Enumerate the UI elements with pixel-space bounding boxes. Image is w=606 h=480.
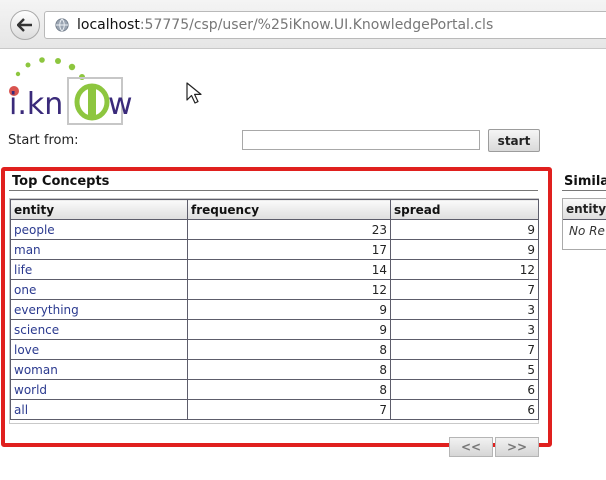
spread-cell: 3 (390, 299, 539, 320)
spread-cell: 6 (390, 399, 539, 420)
url-text: localhost:57775/csp/user/%25iKnow.UI.Kno… (77, 17, 493, 33)
table-row[interactable]: woman 8 5 (10, 359, 539, 380)
entity-cell[interactable]: everything (10, 299, 188, 320)
similar-table: entity No Re (562, 198, 606, 250)
top-concepts-table: entity frequency spread people 23 9 man … (10, 199, 539, 420)
similar-empty-message: No Re (569, 224, 605, 238)
column-header-entity[interactable]: entity (10, 199, 188, 220)
start-from-label: Start from: (8, 133, 79, 148)
address-bar[interactable]: localhost:57775/csp/user/%25iKnow.UI.Kno… (44, 11, 606, 39)
frequency-cell: 8 (187, 379, 391, 400)
top-concepts-table-container: entity frequency spread people 23 9 man … (9, 198, 539, 424)
table-row[interactable]: science 9 3 (10, 319, 539, 340)
logo-text: i.kn (9, 87, 63, 122)
entity-cell[interactable]: science (10, 319, 188, 340)
frequency-cell: 23 (187, 219, 391, 240)
table-row[interactable]: people 23 9 (10, 219, 539, 240)
title-divider (9, 190, 538, 191)
entity-cell[interactable]: one (10, 279, 188, 300)
frequency-cell: 14 (187, 259, 391, 280)
globe-icon (55, 18, 69, 32)
similar-title: Simila (564, 174, 606, 189)
table-row[interactable]: life 14 12 (10, 259, 539, 280)
frequency-cell: 9 (187, 299, 391, 320)
spread-cell: 9 (390, 219, 539, 240)
table-row[interactable]: man 17 9 (10, 239, 539, 260)
mouse-pointer-icon (186, 82, 202, 104)
top-concepts-title: Top Concepts (12, 174, 110, 189)
frequency-cell: 12 (187, 279, 391, 300)
similar-title-divider (562, 190, 606, 191)
browser-toolbar: localhost:57775/csp/user/%25iKnow.UI.Kno… (0, 0, 606, 49)
pager-previous-button[interactable]: << (449, 437, 493, 457)
start-button[interactable]: start (488, 129, 540, 152)
table-row[interactable]: everything 9 3 (10, 299, 539, 320)
table-row[interactable]: one 12 7 (10, 279, 539, 300)
table-row[interactable]: all 7 6 (10, 399, 539, 420)
spread-cell: 5 (390, 359, 539, 380)
table-row[interactable]: love 8 7 (10, 339, 539, 360)
column-header-spread[interactable]: spread (390, 199, 539, 220)
frequency-cell: 17 (187, 239, 391, 260)
spread-cell: 9 (390, 239, 539, 260)
iknow-logo: i.kn w (6, 56, 146, 126)
spread-cell: 7 (390, 279, 539, 300)
frequency-cell: 7 (187, 399, 391, 420)
entity-cell[interactable]: world (10, 379, 188, 400)
spread-cell: 3 (390, 319, 539, 340)
frequency-cell: 8 (187, 339, 391, 360)
entity-cell[interactable]: woman (10, 359, 188, 380)
entity-cell[interactable]: all (10, 399, 188, 420)
logo-text-end: w (108, 87, 133, 122)
start-from-input[interactable] (242, 130, 480, 150)
back-arrow-icon (17, 18, 32, 32)
spread-cell: 6 (390, 379, 539, 400)
entity-cell[interactable]: people (10, 219, 188, 240)
pager-next-button[interactable]: >> (495, 437, 539, 457)
url-path: :57775/csp/user/%25iKnow.UI.KnowledgePor… (139, 17, 494, 33)
table-row[interactable]: world 8 6 (10, 379, 539, 400)
url-host: localhost (77, 17, 140, 33)
column-header-frequency[interactable]: frequency (187, 199, 391, 220)
spread-cell: 12 (390, 259, 539, 280)
similar-column-header-entity[interactable]: entity (563, 199, 606, 220)
entity-cell[interactable]: man (10, 239, 188, 260)
frequency-cell: 9 (187, 319, 391, 340)
back-button[interactable] (10, 10, 40, 40)
table-header-row: entity frequency spread (10, 199, 539, 220)
frequency-cell: 8 (187, 359, 391, 380)
entity-cell[interactable]: love (10, 339, 188, 360)
spread-cell: 7 (390, 339, 539, 360)
entity-cell[interactable]: life (10, 259, 188, 280)
